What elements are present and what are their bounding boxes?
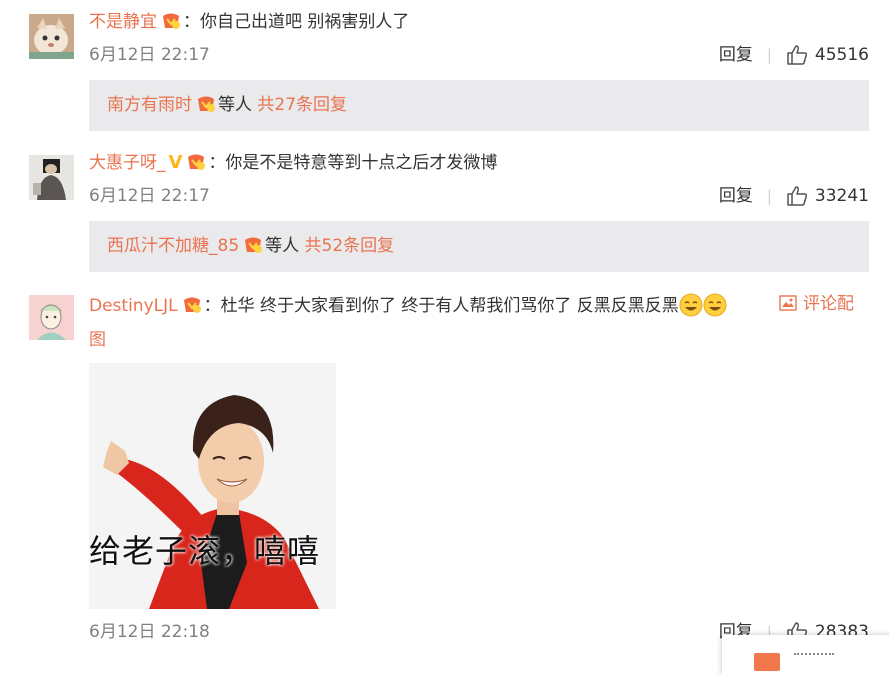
reply-user[interactable]: 南方有雨时: [107, 95, 192, 115]
comment-time: 6月12日 22:17: [89, 186, 210, 206]
comment-text: ：你自己出道吧 别祸害别人了: [183, 12, 410, 32]
pic-link-text-wrap[interactable]: 图: [89, 329, 106, 351]
member-badge-icon: [182, 296, 202, 314]
laughing-emoji-icon: [703, 293, 727, 317]
comment-time: 6月12日 22:17: [89, 45, 210, 65]
pic-link-text[interactable]: 评论配: [803, 294, 854, 314]
reply-button[interactable]: 回复: [719, 185, 753, 207]
member-badge-icon: [196, 83, 216, 112]
comment-image[interactable]: 给老子滚，嘻嘻: [89, 363, 336, 609]
comment-text: ：杜华 终于大家看到你了 终于有人帮我们骂你了 反黑反黑反黑: [203, 296, 679, 316]
avatar[interactable]: [29, 14, 74, 59]
like-count: 33241: [814, 186, 869, 206]
reply-count-link[interactable]: 共27条回复: [257, 95, 347, 115]
username[interactable]: DestinyLJL: [89, 296, 178, 316]
comment-line: DestinyLJL ：杜华 终于大家看到你了 终于有人帮我们骂你了 反黑反黑反黑: [89, 293, 727, 317]
avatar[interactable]: [29, 295, 74, 340]
avatar[interactable]: [29, 155, 74, 200]
reply-summary[interactable]: 南方有雨时 等人 共27条回复: [89, 80, 869, 131]
comment-pic-link[interactable]: 评论配: [779, 293, 854, 315]
comment-line: 大惠子呀_ V ：你是不是特意等到十点之后才发微博: [89, 152, 497, 174]
reply-summary[interactable]: 西瓜汁不加糖_85 等人 共52条回复: [89, 221, 869, 272]
divider: |: [766, 46, 772, 64]
reply-button[interactable]: 回复: [719, 44, 753, 66]
member-badge-icon: [243, 224, 263, 253]
toolbar-mark: [794, 653, 834, 657]
like-icon[interactable]: [786, 44, 808, 66]
comment-time: 6月12日 22:18: [89, 622, 210, 642]
image-icon: [779, 295, 797, 311]
like-count: 45516: [814, 45, 869, 65]
reply-count-link[interactable]: 共52条回复: [305, 236, 395, 256]
member-badge-icon: [186, 153, 206, 171]
divider: |: [766, 187, 772, 205]
username[interactable]: 不是静宜: [89, 12, 157, 32]
comment-actions: 回复 | 45516: [719, 44, 869, 66]
like-icon[interactable]: [786, 185, 808, 207]
image-caption: 给老子滚，嘻嘻: [89, 532, 321, 570]
reply-etc: 等人: [218, 95, 252, 115]
comment-text: ：你是不是特意等到十点之后才发微博: [208, 153, 498, 173]
username[interactable]: 大惠子呀_: [89, 153, 166, 173]
person-photo: [89, 363, 336, 609]
verified-icon: V: [168, 152, 183, 173]
laughing-emoji-icon: [679, 293, 703, 317]
reply-etc: 等人: [265, 236, 300, 256]
toolbar-icon[interactable]: [754, 653, 780, 671]
member-badge-icon: [161, 12, 181, 30]
comment-line: 不是静宜 ：你自己出道吧 别祸害别人了: [89, 11, 409, 33]
comment-actions: 回复 | 33241: [719, 185, 869, 207]
floating-toolbar[interactable]: [722, 635, 889, 675]
reply-user[interactable]: 西瓜汁不加糖_85: [107, 236, 239, 256]
